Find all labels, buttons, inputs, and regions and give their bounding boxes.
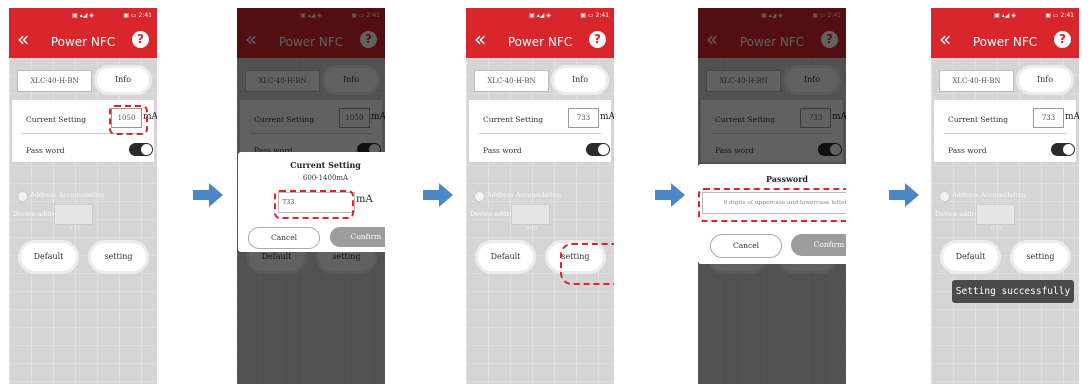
address-accumulating-label: Address Accumulating — [487, 191, 562, 199]
phone-screen-1: ▣ ▴◢ ◈ ▣ ▭ 2:41 « Power NFC ? XLC-40-H-B… — [9, 8, 157, 384]
current-setting-label: Current Setting — [483, 115, 544, 124]
settings-panel: Current Setting 733 mA Pass word — [934, 100, 1079, 162]
settings-panel: Current Setting 733 mA Pass word — [469, 100, 614, 162]
arrow-right-icon — [193, 183, 223, 207]
main-content: XLC-40-H-BN Info Current Setting 733 mA … — [466, 58, 614, 384]
address-accumulating-radio[interactable] — [474, 191, 485, 202]
confirm-button[interactable]: Confirm — [791, 234, 846, 256]
phone-screen-5: ▣ ▴◢ ◈ ▣ ▭ 2:41 « Power NFC ? XLC-40-H-B… — [931, 8, 1079, 384]
address-accumulating-label: Address Accumulating — [30, 191, 105, 199]
divider — [479, 133, 601, 134]
phone-screen-3: ▣ ▴◢ ◈ ▣ ▭ 2:41 « Power NFC ? XLC-40-H-B… — [466, 8, 614, 384]
setting-button[interactable]: setting — [91, 243, 146, 271]
arrow-right-icon — [889, 183, 919, 207]
address-accumulating-label: Address Accumulating — [952, 191, 1027, 199]
address-range: 0-15 — [526, 226, 538, 232]
current-value-field[interactable]: 733 — [568, 108, 599, 128]
current-setting-label: Current Setting — [948, 115, 1009, 124]
status-bar: ▣ ▴◢ ◈ ▣ ▭ 2:41 — [466, 8, 614, 23]
dialog-unit: mA — [356, 194, 373, 205]
default-button[interactable]: Default — [478, 243, 533, 271]
password-toggle[interactable] — [1051, 143, 1075, 156]
device-address-input[interactable] — [511, 204, 550, 225]
info-button[interactable]: Info — [1019, 68, 1071, 92]
dialog-range: 600-1400mA — [302, 174, 349, 182]
dialog-title: Current Setting — [290, 160, 361, 170]
highlight-password-input — [698, 188, 846, 222]
cancel-button[interactable]: Cancel — [248, 227, 320, 249]
address-accumulating-radio[interactable] — [17, 191, 28, 202]
status-time: ▣ ▭ 2:41 — [580, 12, 609, 19]
password-label: Pass word — [483, 146, 522, 155]
model-field: XLC-40-H-BN — [474, 70, 549, 92]
main-content: XLC-40-H-BN Info Current Setting 733 mA … — [931, 58, 1079, 384]
success-toast: Setting successfully — [952, 280, 1074, 303]
app-bar: « Power NFC ? — [931, 23, 1079, 58]
status-bar: ▣ ▴◢ ◈ ▣ ▭ 2:41 — [9, 8, 157, 23]
setting-button[interactable]: setting — [1013, 243, 1068, 271]
arrow-right-icon — [655, 183, 685, 207]
confirm-button[interactable]: Confirm — [330, 227, 385, 247]
device-address-input[interactable] — [54, 204, 93, 225]
app-bar: « Power NFC ? — [9, 23, 157, 58]
help-icon[interactable]: ? — [1054, 31, 1071, 48]
app-bar: « Power NFC ? — [466, 23, 614, 58]
address-range: 0-15 — [69, 226, 81, 232]
status-time: ▣ ▭ 2:41 — [1045, 12, 1074, 19]
address-range: 0-15 — [991, 226, 1003, 232]
default-button[interactable]: Default — [21, 243, 76, 271]
status-bar: ▣ ▴◢ ◈ ▣ ▭ 2:41 — [931, 8, 1079, 23]
phone-screen-2: ▣ ▴◢ ◈ ▣ ▭ 2:41 « Power NFC ? XLC-40-H-B… — [237, 8, 385, 384]
current-value-field[interactable]: 733 — [1033, 108, 1064, 128]
help-icon[interactable]: ? — [589, 31, 606, 48]
unit-label: mA — [1065, 112, 1079, 122]
info-button[interactable]: Info — [554, 68, 606, 92]
help-icon[interactable]: ? — [132, 31, 149, 48]
highlight-setting-button — [560, 243, 614, 285]
password-toggle[interactable] — [586, 143, 610, 156]
password-toggle[interactable] — [129, 143, 153, 156]
highlight-current-input — [274, 190, 354, 219]
cancel-button[interactable]: Cancel — [710, 234, 782, 258]
divider — [944, 133, 1066, 134]
phone-screen-4: ▣ ▴◢ ◈ ▣ ▭ 2:41 « Power NFC ? XLC-40-H-B… — [698, 8, 846, 384]
model-field: XLC-40-H-BN — [17, 70, 92, 92]
password-label: Pass word — [948, 146, 987, 155]
password-label: Pass word — [26, 146, 65, 155]
arrow-right-icon — [423, 183, 453, 207]
current-setting-label: Current Setting — [26, 115, 87, 124]
unit-label: mA — [600, 112, 614, 122]
address-accumulating-radio[interactable] — [939, 191, 950, 202]
device-address-input[interactable] — [976, 204, 1015, 225]
status-time: ▣ ▭ 2:41 — [123, 12, 152, 19]
model-field: XLC-40-H-BN — [939, 70, 1014, 92]
info-button[interactable]: Info — [97, 68, 149, 92]
highlight-current-value — [109, 105, 148, 135]
default-button[interactable]: Default — [943, 243, 998, 271]
dialog-title: Password — [765, 174, 809, 184]
